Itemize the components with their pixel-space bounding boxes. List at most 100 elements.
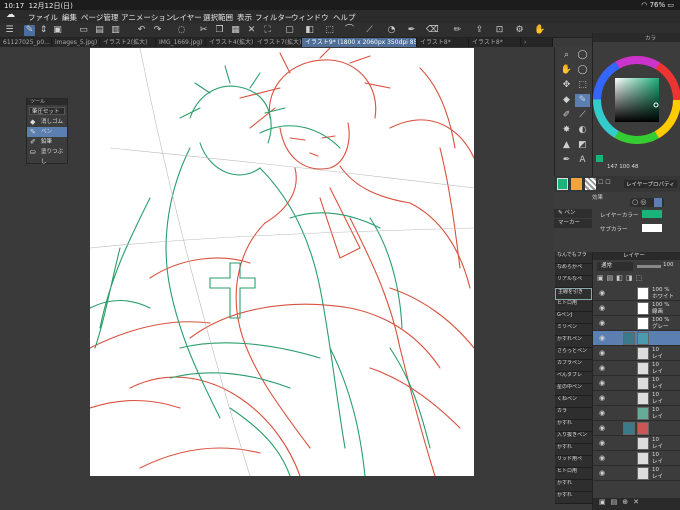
layer-row[interactable]: ◉ 10 レイ <box>593 346 680 361</box>
brush-item[interactable]: 入り抜きペン <box>555 432 592 444</box>
eye-icon[interactable]: ◉ <box>599 394 605 402</box>
eye-icon[interactable]: ◉ <box>599 469 605 477</box>
layer-icon[interactable]: ▣ <box>52 25 63 36</box>
layer-row[interactable]: ◉ 100 % グレー <box>593 316 680 331</box>
tab-doc-1[interactable]: 61127025_p0... <box>0 38 52 47</box>
arrows-icon[interactable]: ⇕ <box>38 25 49 36</box>
menu-view[interactable]: 表示 <box>237 12 252 23</box>
tab-doc-active[interactable]: イラスト9* (1800 x 2060px 350dpi 85.6%) <box>302 38 417 47</box>
select-icon[interactable]: ⬚ <box>575 79 590 92</box>
layer-row[interactable]: ◉ 10 レイ <box>593 406 680 421</box>
eye-icon[interactable]: ◉ <box>599 439 605 447</box>
airbrush-icon[interactable]: ✸ <box>559 124 574 137</box>
new-file-icon[interactable]: ▭ <box>78 25 89 36</box>
menu-selection[interactable]: 選択範囲 <box>203 12 233 23</box>
hand-icon[interactable]: ✋ <box>534 25 545 36</box>
layer-panel-tab[interactable]: レイヤー <box>593 252 680 260</box>
brush-item[interactable]: ぺんタブレ <box>555 372 592 384</box>
sub-color-swatch[interactable] <box>642 224 662 232</box>
lasso-icon[interactable]: ⌒ <box>344 25 355 36</box>
sub-tool-eraser[interactable]: ◆ 消しゴム <box>27 117 67 127</box>
background-swatch[interactable] <box>571 178 582 190</box>
gradient-icon[interactable]: ◩ <box>575 139 590 152</box>
brush-item[interactable]: ヒトロ用 <box>555 468 592 480</box>
ruler-icon[interactable]: ⟋ <box>364 25 375 36</box>
brush-item[interactable]: カラ <box>555 408 592 420</box>
app-logo-icon[interactable]: ☁ <box>6 10 15 20</box>
text-icon[interactable]: A <box>575 154 590 167</box>
brush-tab[interactable]: ✎ ペン <box>554 209 592 218</box>
drawing-canvas[interactable] <box>90 48 474 476</box>
eye-icon[interactable]: ◉ <box>599 349 605 357</box>
layer-row[interactable]: ◉ 100 % ホワイト <box>593 286 680 301</box>
sub-tool-pencil[interactable]: ✐ 鉛筆 <box>27 137 67 147</box>
pencil-tool-icon[interactable]: ✐ <box>559 109 574 122</box>
brush-item[interactable]: カブラペン <box>555 360 592 372</box>
layer-actions[interactable]: ▣▤◧◨⬚ <box>597 274 645 282</box>
brush-item[interactable]: リアルなペ <box>555 276 592 288</box>
layer-row[interactable]: ◉ 10 レイ <box>593 361 680 376</box>
menu-icon[interactable]: ☰ <box>4 25 15 36</box>
tab-doc-6[interactable]: イラスト7(拡大) <box>254 38 302 47</box>
eye-icon[interactable]: ◉ <box>599 424 605 432</box>
layer-row[interactable]: ◉ 10 レイ <box>593 376 680 391</box>
lasso-tool-icon[interactable]: ◯ <box>575 64 590 77</box>
menu-layer[interactable]: レイヤー <box>172 12 202 23</box>
tab-doc-2[interactable]: images_5.jpg) <box>52 38 100 47</box>
layer-row-selected[interactable]: ◉ <box>593 331 680 346</box>
layer-row[interactable]: ◉ 100 % 線画 <box>593 301 680 316</box>
transparent-swatch[interactable] <box>585 178 596 190</box>
pen-tool-selected-icon[interactable]: ✎ <box>575 94 590 107</box>
copy-icon[interactable]: ❐ <box>214 25 225 36</box>
tab-overflow[interactable]: › <box>521 38 553 47</box>
menu-edit[interactable]: 編集 <box>62 12 77 23</box>
brush-item[interactable]: かすれペン <box>555 336 592 348</box>
color-wheel[interactable] <box>593 45 680 155</box>
edit-icon[interactable]: ✏ <box>452 25 463 36</box>
save-icon[interactable]: ▥ <box>110 25 121 36</box>
menu-file[interactable]: ファイル <box>28 12 58 23</box>
capture-icon[interactable]: ⊡ <box>494 25 505 36</box>
brush-item[interactable]: なめらかペ <box>555 264 592 276</box>
selection-icon[interactable]: ⬚ <box>324 25 335 36</box>
brush-item[interactable]: かすれ <box>555 480 592 492</box>
share-icon[interactable]: ⇪ <box>474 25 485 36</box>
blend-icon[interactable]: ◐ <box>575 124 590 137</box>
eye-icon[interactable]: ◉ <box>599 334 605 342</box>
menu-filter[interactable]: フィルター <box>255 12 292 23</box>
brush-item[interactable]: かすれ <box>555 492 592 504</box>
brush-item[interactable]: 星の中ペン <box>555 384 592 396</box>
layer-color-swatch[interactable] <box>642 210 662 218</box>
brush-item[interactable]: さらっとペン <box>555 348 592 360</box>
eye-icon[interactable]: ◉ <box>599 454 605 462</box>
eyedropper-icon[interactable]: ✒ <box>559 154 574 167</box>
invert-icon[interactable]: ◧ <box>304 25 315 36</box>
preset-select[interactable]: 筆圧セット <box>29 107 65 115</box>
paste-icon[interactable]: ▦ <box>230 25 241 36</box>
brush-item[interactable]: かすれ <box>555 420 592 432</box>
main-color-chip[interactable] <box>596 155 603 162</box>
brush-item[interactable]: なんでもブラ <box>555 252 592 264</box>
menu-window[interactable]: ウィンドウ <box>291 12 329 23</box>
pen-settings-icon[interactable]: ✒ <box>406 25 417 36</box>
opacity-slider[interactable] <box>637 265 661 268</box>
brush-item[interactable]: くねペン <box>555 396 592 408</box>
eye-icon[interactable]: ◉ <box>599 379 605 387</box>
eraser-settings-icon[interactable]: ⌫ <box>426 25 439 36</box>
cut-icon[interactable]: ✂ <box>198 25 209 36</box>
brush-item[interactable]: リッド用ペ <box>555 456 592 468</box>
brush-item-selected[interactable]: 主線を引き <box>555 288 592 300</box>
layer-row[interactable]: ◉ 10 レイ <box>593 451 680 466</box>
tab-doc-9[interactable]: イラスト8* <box>469 38 521 47</box>
brush-size-icon[interactable]: ◔ <box>386 25 397 36</box>
eye-icon[interactable]: ◉ <box>599 409 605 417</box>
layer-row[interactable]: ◉ 10 レイ <box>593 391 680 406</box>
layer-row[interactable]: ◉ 10 レイ <box>593 436 680 451</box>
transform-icon[interactable]: ⛶ <box>262 25 273 36</box>
tab-doc-3[interactable]: イラスト2(拡大) <box>100 38 156 47</box>
tab-doc-5[interactable]: イラスト4(拡大) <box>206 38 254 47</box>
eye-icon[interactable]: ◉ <box>599 304 605 312</box>
pen-tool-icon[interactable]: ✎ <box>24 25 35 36</box>
sub-tool-pen[interactable]: ✎ ペン <box>27 127 67 137</box>
blend-mode-select[interactable]: 通常 <box>597 262 633 271</box>
